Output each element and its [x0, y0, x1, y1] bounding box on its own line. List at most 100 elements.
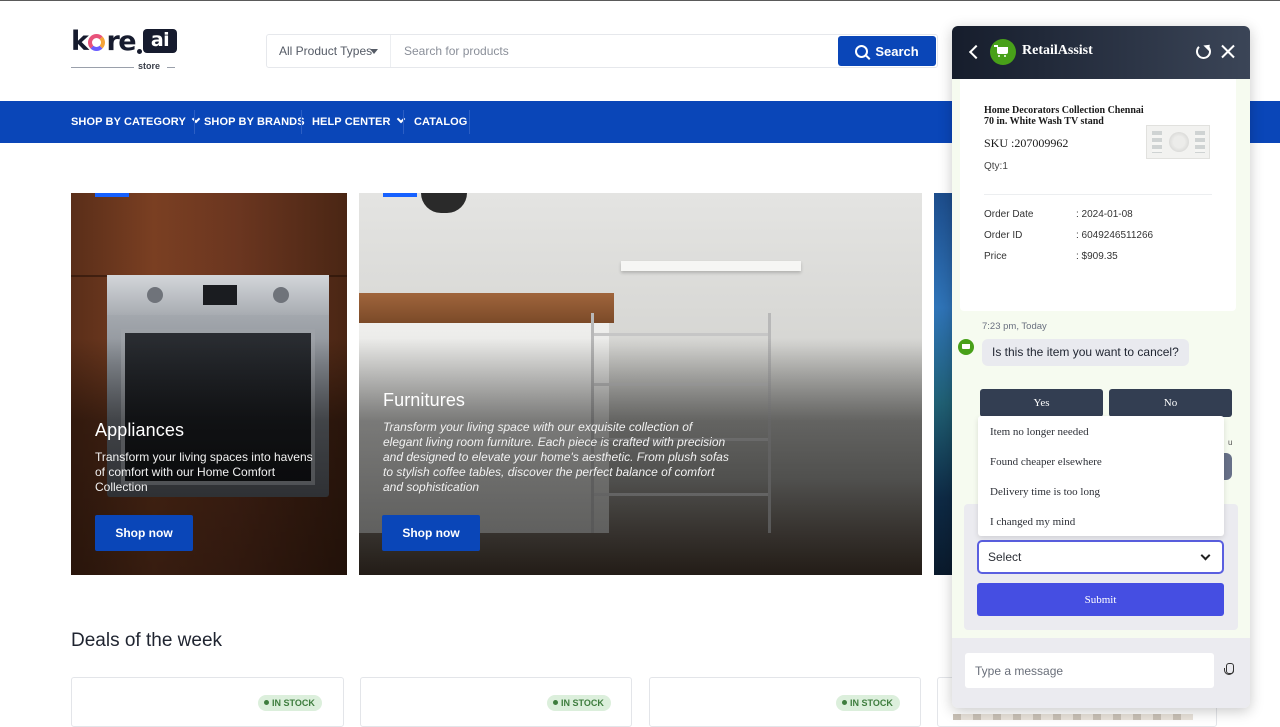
deals-section-title: Deals of the week [71, 630, 223, 651]
search-button-label: Search [875, 43, 919, 59]
reason-option[interactable]: Found cheaper elsewhere [990, 456, 1102, 468]
nav-catalog[interactable]: CATALOG [414, 101, 467, 143]
select-value: Select [988, 550, 1022, 564]
in-stock-label: IN STOCK [272, 698, 315, 708]
shopping-cart-icon [994, 45, 1008, 57]
hero-description: Transform your living space with our exq… [383, 420, 729, 494]
order-date-label: Order Date [984, 209, 1034, 220]
hero-description: Transform your living spaces into havens… [95, 450, 313, 494]
search-button[interactable]: Search [838, 36, 936, 66]
status-dot-icon [842, 700, 847, 705]
logo-subtitle: store [71, 61, 176, 73]
nav-label: SHOP BY BRANDS [204, 116, 305, 128]
reason-select[interactable]: Select [977, 540, 1224, 574]
reason-option[interactable]: I changed my mind [990, 516, 1075, 528]
wall-shelf [621, 261, 801, 271]
nav-divider [403, 110, 404, 134]
hero-title: Furnitures [383, 390, 466, 410]
nav-label: SHOP BY CATEGORY [71, 116, 186, 128]
logo-o-ring-icon [88, 34, 106, 51]
reason-option[interactable]: Item no longer needed [990, 426, 1089, 438]
chevron-down-icon [191, 114, 201, 124]
oven-knob [273, 287, 289, 303]
logo-rule-right [167, 67, 175, 68]
chevron-down-icon [1200, 550, 1211, 561]
nav-label: CATALOG [414, 116, 468, 128]
stand-shelf [1152, 131, 1162, 153]
hero-card-furnitures: Furnitures Transform your living space w… [359, 193, 922, 575]
hero-indicator [95, 193, 129, 197]
stand-shelf [1195, 131, 1205, 153]
order-id-value: : 6049246511266 [1076, 230, 1154, 241]
price-label: Price [984, 251, 1007, 262]
order-date-value: : 2024-01-08 [1076, 209, 1133, 220]
product-type-label: All Product Types [279, 44, 373, 58]
bot-message-avatar [958, 339, 974, 355]
status-dot-icon [264, 700, 269, 705]
product-type-dropdown[interactable]: All Product Types [267, 35, 391, 67]
logo-wordmark: k re [71, 26, 137, 57]
nav-help-center[interactable]: HELP CENTER [312, 101, 405, 143]
refresh-icon[interactable] [1196, 44, 1211, 59]
chat-header: RetailAssist [952, 26, 1250, 79]
hero-card-appliances: Appliances Transform your living spaces … [71, 193, 347, 575]
rack-shelf [594, 333, 768, 336]
chat-widget: RetailAssist Home Decorators Collection … [952, 26, 1250, 708]
kitchen-counter [359, 293, 614, 323]
nav-divider [469, 110, 470, 134]
reason-dropdown-menu: Item no longer needed Found cheaper else… [978, 416, 1224, 536]
shop-now-button[interactable]: Shop now [382, 515, 480, 551]
no-button[interactable]: No [1109, 389, 1232, 417]
hero-indicator [383, 193, 417, 197]
nav-divider [194, 110, 195, 134]
logo-ai-badge: ai [143, 29, 177, 53]
in-stock-badge: IN STOCK [258, 695, 322, 711]
search-bar: All Product Types Search [266, 34, 938, 68]
search-icon [855, 44, 869, 58]
price-value: : $909.35 [1076, 251, 1118, 262]
yes-button[interactable]: Yes [980, 389, 1103, 417]
hero-title: Appliances [95, 420, 185, 440]
bot-name: RetailAssist [1022, 43, 1093, 58]
status-dot-icon [553, 700, 558, 705]
nav-divider [301, 110, 302, 134]
nav-shop-by-category[interactable]: SHOP BY CATEGORY [71, 101, 201, 143]
order-card: Home Decorators Collection Chennai 70 in… [960, 79, 1236, 311]
bot-message-bubble: Is this the item you want to cancel? [982, 339, 1189, 366]
reason-option[interactable]: Delivery time is too long [990, 486, 1100, 498]
back-arrow-icon[interactable] [968, 44, 980, 60]
submit-button[interactable]: Submit [977, 583, 1224, 616]
kore-ai-store-logo[interactable]: k re ai store [71, 27, 181, 73]
stand-door [1169, 132, 1189, 152]
caret-down-icon [370, 49, 378, 54]
order-id-label: Order ID [984, 230, 1023, 241]
oven-display [203, 285, 237, 305]
close-icon[interactable] [1221, 44, 1236, 59]
nav-label: HELP CENTER [312, 116, 391, 128]
in-stock-badge: IN STOCK [547, 695, 611, 711]
nav-shop-by-brands[interactable]: SHOP BY BRANDS [204, 101, 305, 143]
oven-knob [147, 287, 163, 303]
in-stock-badge: IN STOCK [836, 695, 900, 711]
bot-avatar [990, 39, 1016, 65]
logo-store-text: store [138, 61, 161, 71]
order-divider [984, 194, 1212, 195]
message-input[interactable] [965, 653, 1214, 688]
search-input[interactable] [391, 35, 837, 67]
product-qty: Qty:1 [984, 161, 1008, 172]
shop-now-button[interactable]: Shop now [95, 515, 193, 551]
shopping-cart-icon [962, 344, 970, 349]
deal-product-image [953, 714, 1193, 720]
product-sku: SKU :207009962 [984, 136, 1069, 150]
product-name: Home Decorators Collection Chennai 70 in… [984, 105, 1144, 127]
pendant-lamp [421, 193, 467, 213]
tv-stand-thumbnail [1146, 125, 1210, 159]
in-stock-label: IN STOCK [561, 698, 604, 708]
logo-rule-left [71, 67, 134, 68]
message-composer [952, 638, 1250, 708]
obscured-text: u [1228, 438, 1233, 447]
microphone-icon[interactable] [1224, 663, 1234, 679]
logo-dot [137, 49, 142, 54]
message-timestamp: 7:23 pm, Today [982, 321, 1047, 332]
in-stock-label: IN STOCK [850, 698, 893, 708]
